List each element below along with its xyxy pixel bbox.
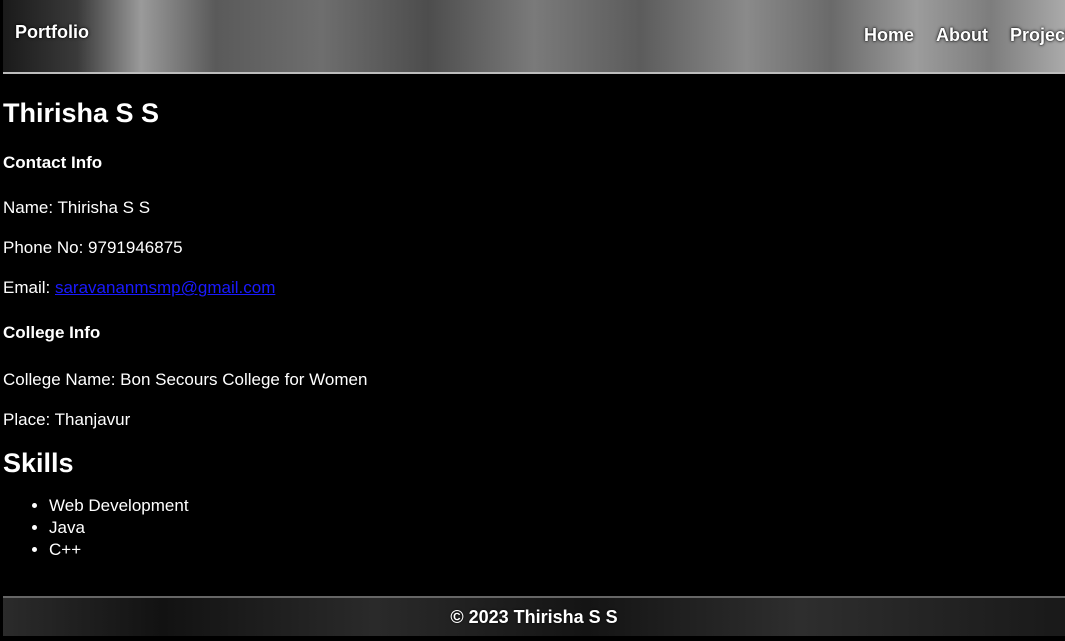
navbar: Portfolio Home About Project: [3, 0, 1065, 74]
skill-item: Web Development: [49, 495, 1058, 517]
contact-info-heading: Contact Info: [3, 153, 103, 172]
nav-link-about[interactable]: About: [936, 25, 988, 46]
skills-list: Web Development Java C++: [3, 495, 1058, 561]
college-info-heading: College Info: [3, 323, 101, 342]
main-content: Thirisha S S Contact Info Name: Thirisha…: [3, 96, 1058, 561]
nav-link-home[interactable]: Home: [864, 25, 914, 46]
brand-logo[interactable]: Portfolio: [15, 22, 89, 43]
college-name: College Name: Bon Secours College for Wo…: [3, 370, 368, 389]
skills-heading: Skills: [3, 448, 74, 478]
contact-email: Email: saravananmsmp@gmail.com: [3, 277, 1058, 299]
college-place: Place: Thanjavur: [3, 410, 131, 429]
nav-links: Home About Project: [864, 25, 1065, 46]
email-link[interactable]: saravananmsmp@gmail.com: [55, 278, 275, 297]
footer: © 2023 Thirisha S S: [3, 596, 1065, 636]
page: Portfolio Home About Project Thirisha S …: [0, 0, 1065, 641]
skill-item: C++: [49, 539, 1058, 561]
contact-name: Name: Thirisha S S: [3, 198, 151, 217]
skill-item: Java: [49, 517, 1058, 539]
footer-copyright: © 2023 Thirisha S S: [450, 606, 618, 627]
nav-link-project[interactable]: Project: [1010, 25, 1065, 46]
contact-phone: Phone No: 9791946875: [3, 238, 183, 257]
profile-name: Thirisha S S: [3, 98, 160, 128]
email-label: Email:: [3, 278, 55, 297]
